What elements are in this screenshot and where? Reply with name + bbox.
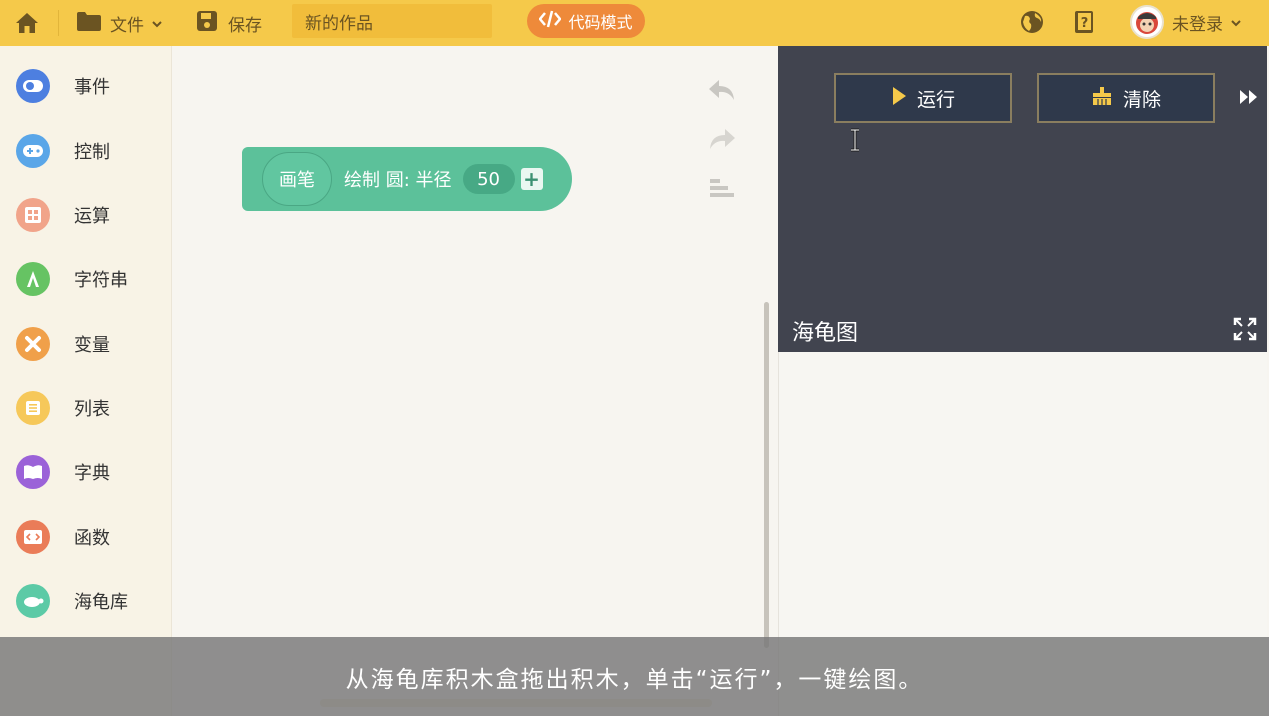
user-label: 未登录 [1172,10,1223,35]
turtle-stage: 运行 清除 海龟图 [778,46,1267,352]
user-menu-button[interactable]: 未登录 [1130,4,1241,40]
gamepad-icon [16,134,50,168]
redo-icon[interactable] [708,127,736,153]
stage-title: 海龟图 [792,315,858,347]
book-icon [16,455,50,489]
topbar-divider [58,10,59,36]
text-cursor-icon [848,128,862,152]
radius-input[interactable]: 50 [463,164,515,194]
sidebar-item-label: 字典 [74,459,110,485]
run-button[interactable]: 运行 [834,73,1012,123]
file-menu-label: 文件 [110,11,144,36]
run-label: 运行 [917,85,955,112]
sidebar-item-operators[interactable]: 运算 [16,197,110,233]
sidebar-item-label: 海龟库 [74,588,128,614]
avatar [1130,5,1164,39]
workspace-horizontal-scrollbar[interactable] [320,699,712,707]
sidebar-item-label: 函数 [74,524,110,550]
x-variable-icon [16,327,50,361]
help-book-icon[interactable]: ? [1074,10,1096,34]
list-icon [16,391,50,425]
caption-text: 从海龟库积木盒拖出积木，单击“运行”，一键绘图。 [0,660,1269,694]
play-icon [891,86,907,111]
clear-button[interactable]: 清除 [1037,73,1215,123]
sidebar-item-label: 控制 [74,138,110,164]
block-pen-label: 画笔 [262,152,332,206]
sidebar-item-label: 运算 [74,202,110,228]
sidebar-item-dictionary[interactable]: 字典 [16,454,110,490]
chevron-down-icon [1231,12,1241,32]
broom-icon [1091,86,1113,111]
align-icon[interactable] [708,177,736,203]
fullscreen-icon[interactable] [1233,317,1257,341]
sidebar-item-strings[interactable]: 字符串 [16,261,128,297]
sidebar-item-label: 列表 [74,395,110,421]
sidebar-item-label: 变量 [74,331,110,357]
clear-label: 清除 [1123,85,1161,112]
toggle-icon [16,69,50,103]
sidebar-item-events[interactable]: 事件 [16,68,110,104]
fast-forward-icon[interactable] [1239,88,1259,106]
code-mode-button[interactable]: 代码模式 [527,4,645,38]
sidebar-item-functions[interactable]: 函数 [16,519,110,555]
floppy-icon [196,10,218,37]
caption-overlay: 从海龟库积木盒拖出积木，单击“运行”，一键绘图。 [0,637,1269,716]
sidebar-item-control[interactable]: 控制 [16,133,110,169]
folder-icon [76,10,102,37]
sidebar-item-turtle[interactable]: 海龟库 [16,583,128,619]
project-title-input[interactable]: 新的作品 [292,4,492,38]
file-menu-button[interactable]: 文件 [76,8,162,38]
sidebar-item-lists[interactable]: 列表 [16,390,110,426]
save-label: 保存 [228,11,262,36]
block-plus-button[interactable]: + [521,168,543,190]
home-icon[interactable] [14,10,40,36]
turtle-icon [16,584,50,618]
sidebar-item-label: 字符串 [74,266,128,292]
function-icon [16,520,50,554]
top-bar: 文件 保存 新的作品 代码模式 ? 未登录 [0,0,1269,46]
workspace-vertical-scrollbar[interactable] [764,302,769,648]
letter-a-icon [16,262,50,296]
calculator-icon [16,198,50,232]
sidebar-item-label: 事件 [74,73,110,99]
svg-text:?: ? [1081,16,1089,31]
block-text: 绘制 圆: 半径 [344,166,452,192]
code-icon [539,10,561,32]
chevron-down-icon [152,13,162,33]
globe-icon[interactable] [1020,10,1044,34]
undo-icon[interactable] [708,78,736,104]
draw-circle-block[interactable]: 画笔 绘制 圆: 半径 50 + [242,147,572,211]
save-button[interactable]: 保存 [196,8,262,38]
sidebar-item-variables[interactable]: 变量 [16,326,110,362]
block-category-sidebar: 事件 控制 运算 字符串 变量 列表 字典 [0,46,172,716]
code-mode-label: 代码模式 [568,9,632,33]
code-workspace[interactable]: 画笔 绘制 圆: 半径 50 + [172,46,778,716]
